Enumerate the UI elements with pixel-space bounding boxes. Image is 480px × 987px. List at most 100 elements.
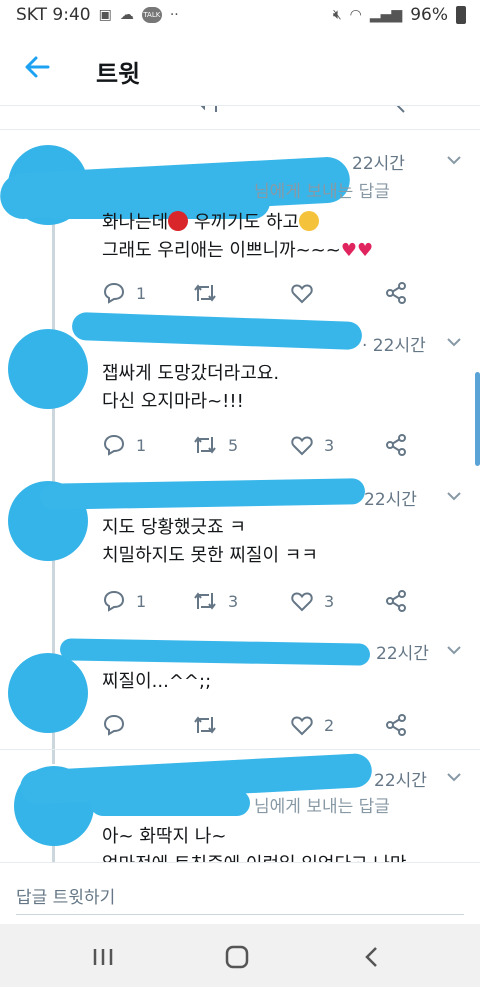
retweet-button[interactable] <box>192 281 218 305</box>
recent-apps-icon[interactable] <box>88 944 118 970</box>
tweet-text: 그래도 우리애는 이쁘니까~~~♥♥ <box>102 240 374 261</box>
retweet-icon <box>194 592 216 610</box>
reply-icon <box>103 714 125 736</box>
tweet-text: 잽싸게 도망갔더라고요. <box>102 363 280 384</box>
retweet-button[interactable] <box>192 713 218 737</box>
tweet-item[interactable]: 22시간 님에게 보내는 답글 화나는데 우끼기도 하고 그래도 우리애는 이쁘… <box>0 129 480 309</box>
heart-icon <box>291 284 313 304</box>
page-title: 트윗 <box>96 60 141 88</box>
redaction-scribble <box>39 478 366 510</box>
mute-icon: 🔇︎ <box>332 7 342 23</box>
redaction-scribble <box>71 311 363 351</box>
share-icon <box>386 714 406 736</box>
system-nav-bar <box>0 924 480 987</box>
share-icon <box>386 434 406 456</box>
share-icon <box>386 590 406 612</box>
tweet-actions: 1 3 3 <box>102 589 422 615</box>
battery-icon <box>456 6 466 24</box>
previous-tweet-actions <box>102 106 422 118</box>
tweet-time: 22시간 <box>352 154 405 174</box>
tweet-text: 다신 오지마라~!!! <box>102 391 244 412</box>
reply-count: 1 <box>136 435 147 455</box>
retweet-count: 5 <box>228 435 239 455</box>
redaction-scribble <box>59 638 371 666</box>
status-left: SKT 9:40 ▣ ☁ TALK ·· <box>16 5 179 25</box>
tweet-item[interactable]: 22시간 님에게 보내는 답글 아~ 화딱지 나~ 얼마전에 트친중에 이런일 … <box>0 750 480 862</box>
share-button[interactable] <box>384 713 408 737</box>
like-count: 2 <box>324 715 335 735</box>
share-icon <box>386 282 406 304</box>
tweet-time: 22시간 <box>376 644 429 664</box>
back-icon[interactable] <box>358 944 388 970</box>
share-button[interactable] <box>384 589 408 613</box>
avatar[interactable] <box>8 653 88 733</box>
like-count: 3 <box>324 591 335 611</box>
retweet-button[interactable]: 5 <box>192 433 238 457</box>
reply-icon <box>103 282 125 304</box>
reply-button[interactable]: 1 <box>102 589 146 613</box>
tweet-text: 찌질이...^^;; <box>102 671 212 692</box>
retweet-icon <box>194 436 216 454</box>
share-button[interactable] <box>384 433 408 457</box>
heart-icon <box>291 436 313 456</box>
chevron-down-icon[interactable] <box>446 491 462 501</box>
tweet-item[interactable]: · 22시간 잽싸게 도망갔더라고요. 다신 오지마라~!!! 1 5 3 <box>0 309 480 473</box>
tweet-text: 화나는데 우끼기도 하고 <box>102 208 320 234</box>
more-dots-icon: ·· <box>169 7 179 23</box>
retweet-button[interactable]: 3 <box>192 589 238 613</box>
tweet-time: 22시간 <box>374 771 427 791</box>
reply-button[interactable]: 1 <box>102 281 146 305</box>
retweet-icon <box>194 284 216 302</box>
status-bar: SKT 9:40 ▣ ☁ TALK ·· 🔇︎ ◠ ▂▄▆ 96% <box>0 0 480 32</box>
red-heart-emoji-icon: ♥♥ <box>340 240 374 261</box>
talk-icon: TALK <box>141 7 162 23</box>
redaction-scribble <box>90 790 250 816</box>
chevron-down-icon[interactable] <box>446 155 462 165</box>
tweet-actions: 2 <box>102 713 422 739</box>
back-arrow-icon[interactable] <box>22 52 52 82</box>
chevron-down-icon[interactable] <box>446 337 462 347</box>
tweet-actions: 1 5 3 <box>102 433 422 459</box>
tweet-text: 아~ 화딱지 나~ <box>102 826 227 847</box>
like-button[interactable] <box>290 281 314 305</box>
share-button[interactable] <box>384 281 408 305</box>
tweet-time: 22시간 <box>364 490 417 510</box>
tweet-item[interactable]: 22시간 찌질이...^^;; 2 <box>0 629 480 753</box>
avatar[interactable] <box>8 329 88 409</box>
replying-to[interactable]: 님에게 보내는 답글 <box>254 177 390 202</box>
retweet-count: 3 <box>228 591 239 611</box>
retweet-icon <box>194 716 216 734</box>
like-count: 3 <box>324 435 335 455</box>
chevron-down-icon[interactable] <box>446 645 462 655</box>
heart-icon <box>291 592 313 612</box>
chevron-down-icon[interactable] <box>446 772 462 782</box>
reply-button[interactable] <box>102 713 126 737</box>
like-button[interactable]: 3 <box>290 433 334 457</box>
tweet-time: · 22시간 <box>362 336 426 356</box>
tweet-text: 지도 당황했긋죠 ㅋ <box>102 517 246 538</box>
reply-composer: 답글 트윗하기 <box>0 862 480 924</box>
reply-input[interactable]: 답글 트윗하기 <box>16 873 464 915</box>
battery-level: 96% <box>410 5 448 25</box>
tweet-thread[interactable]: 22시간 님에게 보내는 답글 화나는데 우끼기도 하고 그래도 우리애는 이쁘… <box>0 106 480 862</box>
reply-icon <box>103 590 125 612</box>
carrier-time: SKT 9:40 <box>16 5 91 25</box>
like-button[interactable]: 2 <box>290 713 334 737</box>
tweet-text: 치밀하지도 못한 찌질이 ㅋㅋ <box>102 545 318 566</box>
tweet-actions: 1 <box>102 281 422 307</box>
heart-icon <box>291 716 313 736</box>
reply-count: 1 <box>136 591 147 611</box>
wifi-icon: ◠ <box>349 7 362 23</box>
signal-icon: ▂▄▆ <box>369 7 403 23</box>
reply-count: 1 <box>136 283 147 303</box>
reply-icon <box>103 434 125 456</box>
rofl-emoji-icon <box>299 211 320 231</box>
home-icon[interactable] <box>222 944 252 970</box>
reply-button[interactable]: 1 <box>102 433 146 457</box>
angry-face-emoji-icon <box>168 211 189 231</box>
status-right: 🔇︎ ◠ ▂▄▆ 96% <box>333 5 466 25</box>
like-button[interactable]: 3 <box>290 589 334 613</box>
scrollbar[interactable] <box>475 372 480 466</box>
replying-to[interactable]: 님에게 보내는 답글 <box>254 792 390 817</box>
tweet-item[interactable]: 22시간 지도 당황했긋죠 ㅋ 치밀하지도 못한 찌질이 ㅋㅋ 1 3 3 <box>0 473 480 629</box>
